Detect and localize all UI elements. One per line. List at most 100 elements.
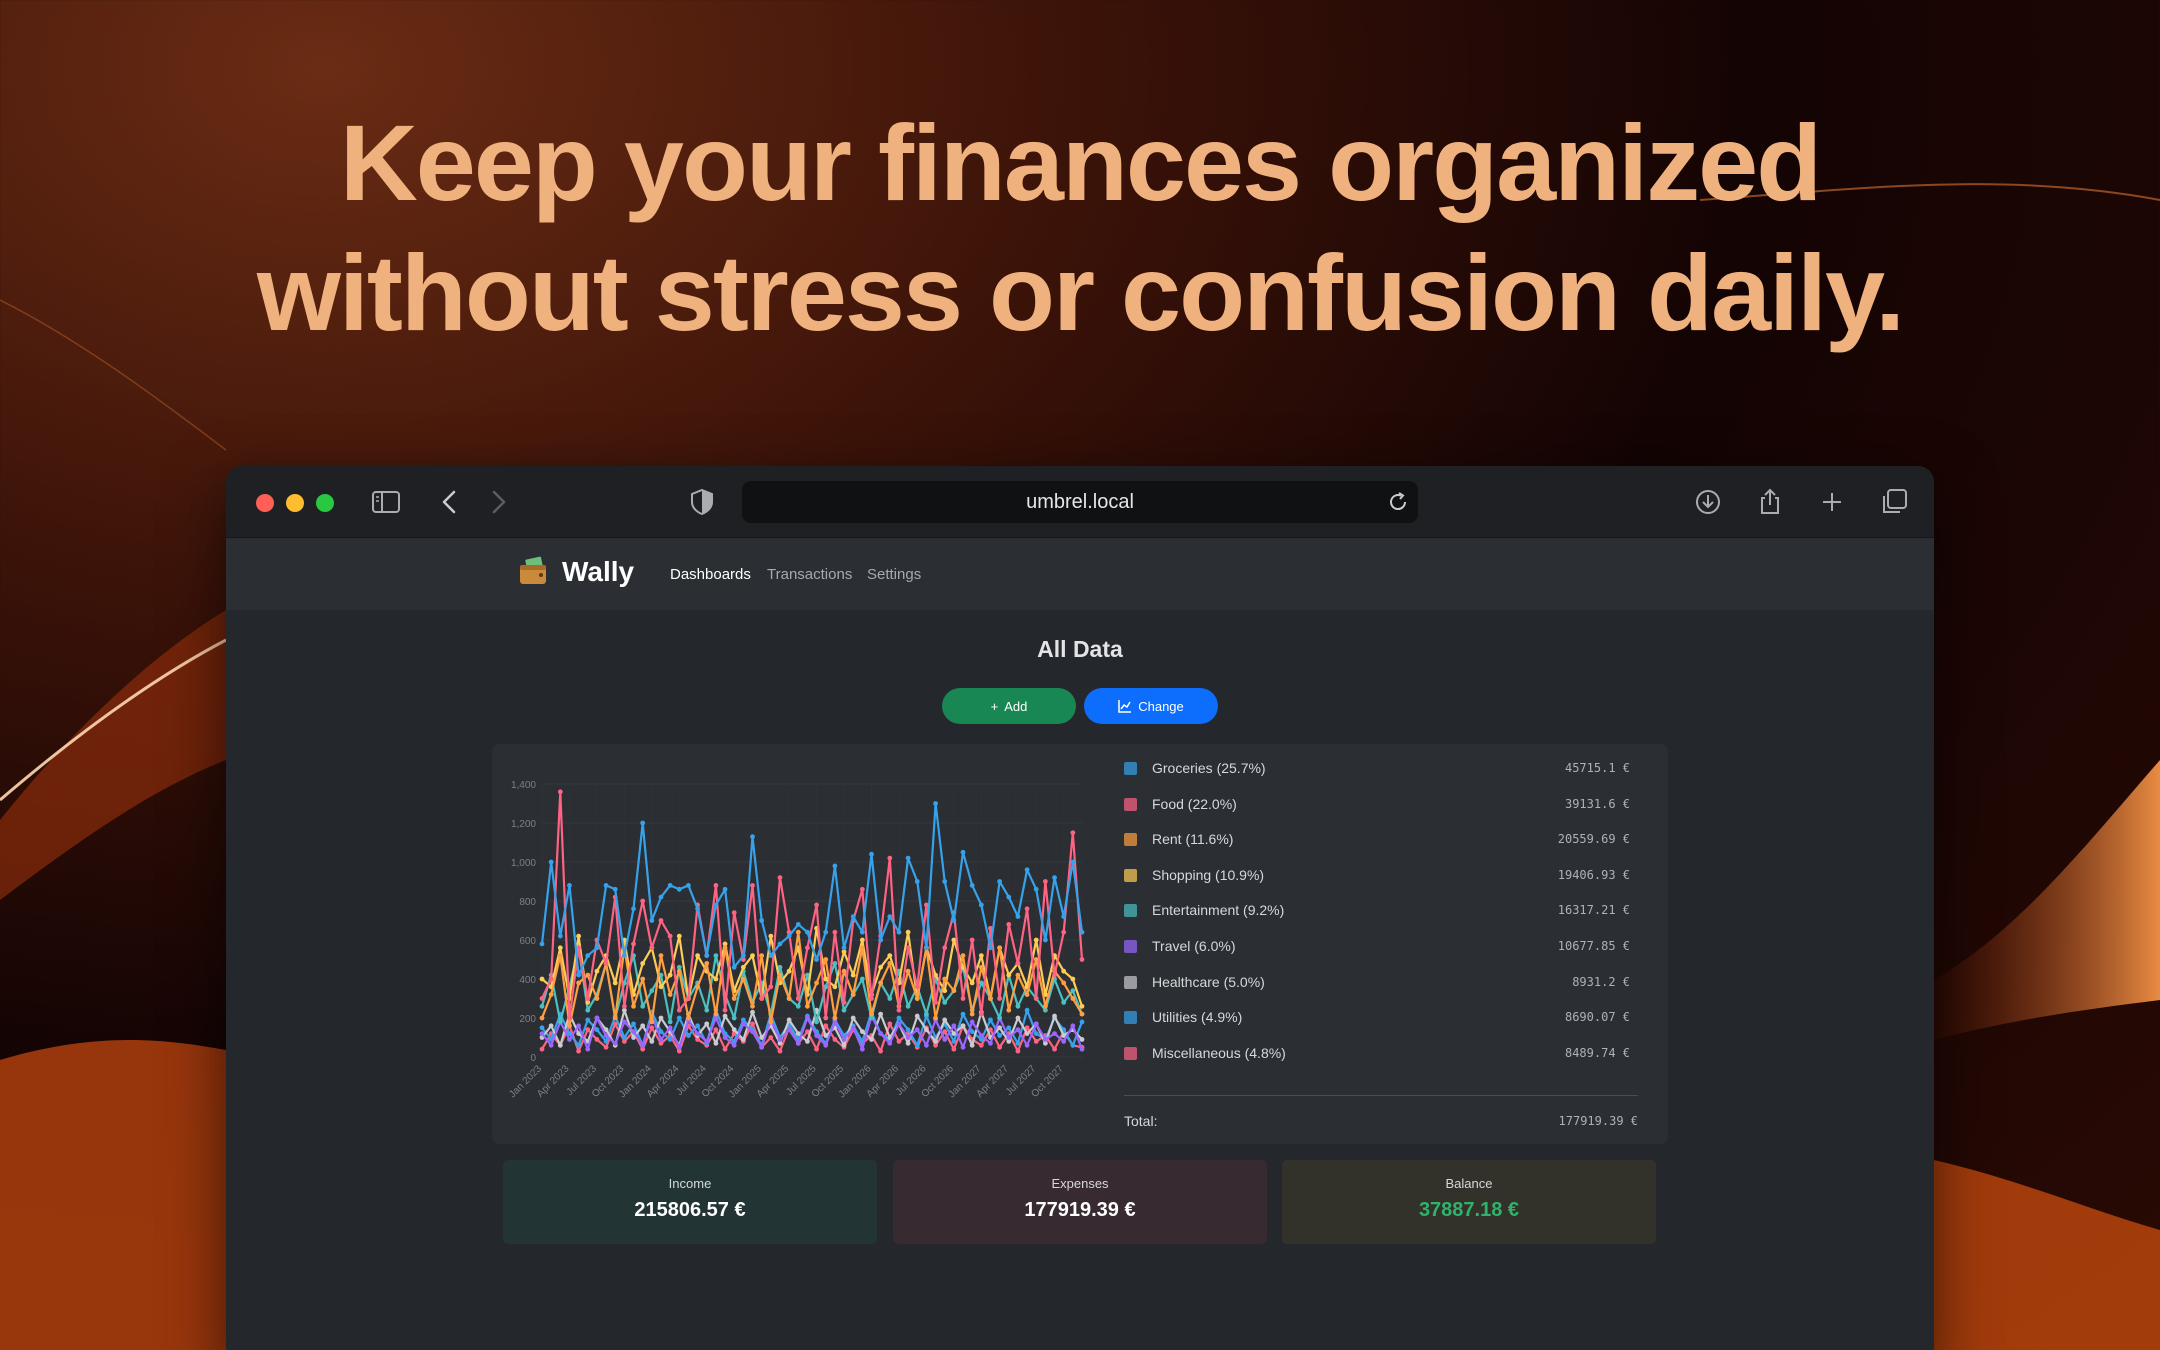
data-point [1024, 992, 1030, 997]
data-point [750, 953, 755, 958]
data-point [640, 1003, 646, 1009]
legend-swatch [1124, 762, 1137, 775]
legend-item[interactable]: Shopping (10.9%) 19406.93 € [1108, 863, 1638, 887]
data-point [805, 1003, 810, 1009]
data-point [704, 953, 710, 958]
data-point [997, 1044, 1003, 1050]
legend-label: Entertainment (9.2%) [1152, 902, 1285, 919]
legend-item[interactable]: Groceries (25.7%) 45715.1 € [1108, 756, 1638, 780]
data-point [731, 964, 737, 970]
shield-icon[interactable] [686, 486, 718, 518]
data-point [1070, 976, 1076, 982]
change-button[interactable]: Change [1084, 688, 1218, 724]
nav-dashboards[interactable]: Dashboards [670, 566, 751, 583]
data-point [951, 1023, 957, 1029]
minimize-window-button[interactable] [286, 494, 304, 512]
data-point [1061, 1000, 1067, 1005]
data-point [951, 988, 957, 994]
legend-item[interactable]: Travel (6.0%) 10677.85 € [1108, 934, 1638, 958]
tab-overview-icon[interactable] [1878, 486, 1910, 518]
legend-item[interactable]: Rent (11.6%) 20559.69 € [1108, 827, 1638, 851]
app-brand[interactable]: Wally [562, 556, 634, 588]
data-point [667, 1037, 673, 1042]
data-point [1070, 996, 1076, 1001]
data-point [942, 1000, 948, 1005]
download-icon[interactable] [1692, 486, 1724, 518]
data-point [676, 968, 682, 974]
data-point [1006, 1035, 1012, 1040]
data-point [731, 910, 737, 916]
legend-label: Groceries (25.7%) [1152, 760, 1266, 776]
data-point [594, 996, 600, 1001]
data-point [841, 1000, 847, 1005]
address-bar[interactable]: umbrel.local [742, 481, 1418, 523]
data-point [548, 1023, 554, 1029]
balance-card: Balance 37887.18 € [1282, 1160, 1656, 1244]
data-point [658, 918, 664, 923]
data-point [1015, 1048, 1021, 1054]
data-point [567, 1023, 572, 1029]
sidebar-toggle-icon[interactable] [370, 486, 402, 518]
data-point [1042, 1037, 1048, 1042]
data-point [1061, 968, 1067, 974]
legend-divider [1124, 1095, 1638, 1096]
share-icon[interactable] [1754, 486, 1786, 518]
balance-label: Balance [1445, 1176, 1493, 1191]
data-point [676, 933, 682, 939]
data-point [667, 992, 673, 997]
data-point [713, 976, 719, 982]
legend-item[interactable]: Miscellaneous (4.8%) 8489.74 € [1108, 1041, 1638, 1065]
data-point [585, 996, 591, 1001]
data-point [704, 1039, 710, 1044]
legend-swatch [1124, 975, 1137, 989]
nav-settings[interactable]: Settings [867, 566, 921, 583]
data-point [988, 1017, 993, 1023]
data-point [539, 1003, 545, 1009]
data-point [750, 1021, 755, 1027]
data-point [750, 1029, 755, 1035]
data-point [658, 953, 664, 958]
data-point [768, 1019, 774, 1025]
reload-icon[interactable] [1386, 490, 1410, 514]
data-point [850, 1015, 856, 1021]
nav-transactions[interactable]: Transactions [767, 566, 852, 583]
add-button[interactable]: + Add [942, 688, 1076, 724]
data-point [713, 1027, 719, 1033]
back-icon[interactable] [434, 486, 466, 518]
data-point [603, 1039, 609, 1044]
forward-icon[interactable] [482, 486, 514, 518]
data-point [1079, 1046, 1085, 1052]
data-point [594, 968, 600, 974]
data-point [988, 1040, 993, 1046]
hero-headline: Keep your finances organized without str… [0, 98, 2160, 358]
data-point [667, 1025, 673, 1031]
data-point [576, 1023, 582, 1029]
data-point [585, 972, 591, 978]
legend-swatch [1124, 1046, 1137, 1060]
y-tick-label: 600 [519, 936, 536, 947]
data-point [859, 886, 865, 892]
data-point [951, 1046, 957, 1052]
new-tab-icon[interactable] [1816, 486, 1848, 518]
data-point [686, 1033, 691, 1038]
data-point [859, 929, 865, 935]
legend-item[interactable]: Entertainment (9.2%) 16317.21 € [1108, 898, 1638, 922]
data-point [869, 996, 874, 1001]
data-point [859, 945, 865, 951]
data-point [814, 957, 819, 962]
data-point [768, 953, 774, 958]
y-tick-label: 1,400 [511, 780, 536, 791]
legend-item[interactable]: Healthcare (5.0%) 8931.2 € [1108, 970, 1638, 994]
legend-item[interactable]: Food (22.0%) 39131.6 € [1108, 792, 1638, 816]
zoom-window-button[interactable] [316, 494, 334, 512]
data-point [805, 929, 810, 935]
data-point [841, 945, 847, 951]
data-point [832, 863, 838, 869]
legend-item[interactable]: Utilities (4.9%) 8690.07 € [1108, 1005, 1638, 1029]
data-point [878, 980, 884, 986]
legend-label: Travel (6.0%) [1152, 938, 1236, 954]
close-window-button[interactable] [256, 494, 274, 512]
data-point [704, 961, 710, 966]
expense-line-chart[interactable]: 02004006008001,0001,2001,400Jan 2023Apr … [492, 744, 1092, 1144]
wallet-icon[interactable] [518, 556, 548, 586]
